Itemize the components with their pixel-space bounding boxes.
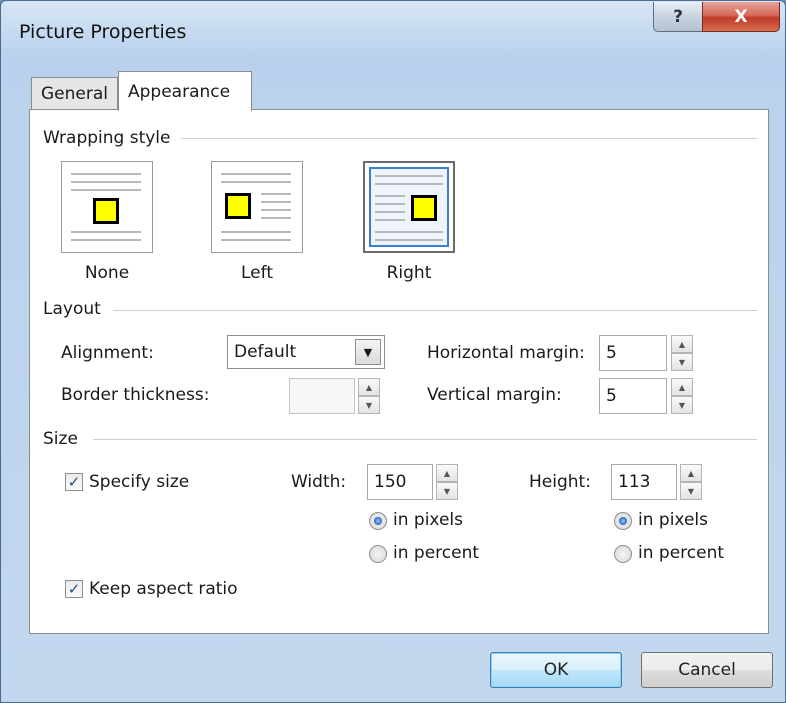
border-thickness-label: Border thickness: bbox=[61, 385, 210, 405]
width-in-percent-radio[interactable] bbox=[369, 545, 387, 563]
wrap-right-option[interactable] bbox=[363, 161, 455, 253]
wrap-right-label: Right bbox=[386, 263, 432, 283]
spin-up-icon[interactable]: ▲ bbox=[680, 464, 702, 482]
chevron-down-icon[interactable]: ▼ bbox=[355, 339, 381, 365]
height-in-percent-label: in percent bbox=[638, 543, 725, 563]
size-divider bbox=[93, 439, 757, 440]
wrap-left-label: Left bbox=[241, 263, 273, 283]
close-icon: X bbox=[734, 6, 748, 27]
layout-divider bbox=[113, 310, 757, 311]
width-stepper[interactable]: ▲ ▼ bbox=[436, 464, 458, 500]
tab-appearance-label: Appearance bbox=[128, 81, 231, 102]
tab-general[interactable]: General bbox=[31, 77, 118, 109]
alignment-value: Default bbox=[234, 342, 297, 362]
spin-up-icon[interactable]: ▲ bbox=[671, 378, 693, 396]
spin-down-icon[interactable]: ▼ bbox=[671, 353, 693, 371]
spin-up-icon[interactable]: ▲ bbox=[436, 464, 458, 482]
ok-button[interactable]: OK bbox=[490, 652, 622, 688]
cancel-button[interactable]: Cancel bbox=[641, 652, 773, 688]
width-in-pixels-radio[interactable] bbox=[369, 512, 387, 530]
height-stepper[interactable]: ▲ ▼ bbox=[680, 464, 702, 500]
wrap-left-option[interactable] bbox=[211, 161, 303, 253]
horizontal-margin-stepper[interactable]: ▲ ▼ bbox=[671, 335, 693, 371]
vertical-margin-label: Vertical margin: bbox=[427, 385, 562, 405]
keep-aspect-ratio-label: Keep aspect ratio bbox=[89, 579, 238, 599]
height-input[interactable]: 113 bbox=[611, 464, 677, 500]
help-button[interactable]: ? bbox=[653, 2, 703, 32]
width-in-percent-label: in percent bbox=[393, 543, 480, 563]
ok-button-label: OK bbox=[543, 660, 569, 680]
dialog-title: Picture Properties bbox=[19, 21, 187, 43]
wrapping-style-heading: Wrapping style bbox=[43, 128, 177, 148]
height-in-pixels-label: in pixels bbox=[638, 510, 708, 530]
spin-down-icon[interactable]: ▼ bbox=[358, 396, 380, 414]
spin-down-icon[interactable]: ▼ bbox=[671, 396, 693, 414]
height-label: Height: bbox=[529, 472, 591, 492]
wrap-right-icon bbox=[369, 167, 449, 247]
cancel-button-label: Cancel bbox=[678, 660, 736, 680]
height-in-percent-radio[interactable] bbox=[614, 545, 632, 563]
wrap-none-label: None bbox=[84, 263, 130, 283]
picture-properties-dialog: Picture Properties ? X General Appearanc… bbox=[0, 0, 786, 703]
close-button[interactable]: X bbox=[702, 2, 780, 32]
spin-down-icon[interactable]: ▼ bbox=[680, 482, 702, 500]
spin-up-icon[interactable]: ▲ bbox=[358, 378, 380, 396]
vertical-margin-input[interactable]: 5 bbox=[599, 378, 667, 414]
width-label: Width: bbox=[291, 472, 347, 492]
spin-up-icon[interactable]: ▲ bbox=[671, 335, 693, 353]
spin-down-icon[interactable]: ▼ bbox=[436, 482, 458, 500]
border-thickness-stepper[interactable]: ▲ ▼ bbox=[358, 378, 380, 414]
tab-general-label: General bbox=[41, 83, 108, 104]
layout-heading: Layout bbox=[43, 299, 107, 319]
keep-aspect-ratio-checkbox[interactable]: ✓ bbox=[65, 580, 83, 598]
horizontal-margin-input[interactable]: 5 bbox=[599, 335, 667, 371]
specify-size-checkbox[interactable]: ✓ bbox=[65, 473, 83, 491]
height-in-pixels-radio[interactable] bbox=[614, 512, 632, 530]
wrapping-style-divider bbox=[181, 138, 757, 139]
check-icon: ✓ bbox=[67, 473, 81, 491]
help-icon: ? bbox=[673, 6, 683, 27]
wrap-none-icon bbox=[67, 167, 147, 247]
check-icon: ✓ bbox=[67, 580, 81, 598]
title-bar[interactable]: Picture Properties ? X bbox=[1, 1, 785, 61]
size-heading: Size bbox=[43, 429, 84, 449]
width-input[interactable]: 150 bbox=[367, 464, 433, 500]
wrap-left-icon bbox=[217, 167, 297, 247]
alignment-label: Alignment: bbox=[61, 343, 154, 363]
border-thickness-input[interactable] bbox=[289, 378, 355, 414]
wrap-none-option[interactable] bbox=[61, 161, 153, 253]
specify-size-label: Specify size bbox=[89, 472, 190, 492]
tab-appearance[interactable]: Appearance bbox=[118, 71, 252, 111]
horizontal-margin-label: Horizontal margin: bbox=[427, 343, 585, 363]
vertical-margin-stepper[interactable]: ▲ ▼ bbox=[671, 378, 693, 414]
alignment-dropdown[interactable]: Default ▼ bbox=[227, 335, 385, 369]
width-in-pixels-label: in pixels bbox=[393, 510, 463, 530]
